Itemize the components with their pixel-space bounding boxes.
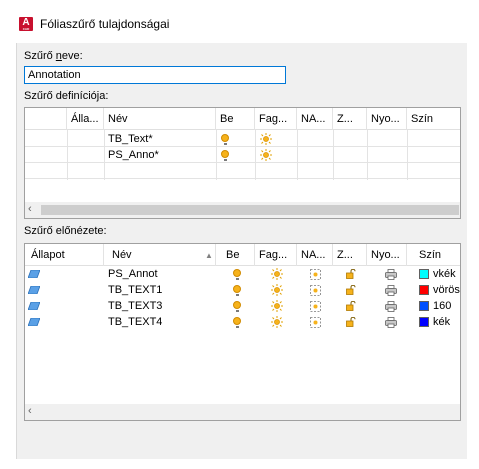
prev-col-name[interactable]: Név xyxy=(104,244,216,266)
printer-icon[interactable] xyxy=(385,285,397,296)
def-horizontal-scrollbar[interactable]: ‹ xyxy=(25,202,460,218)
def-col-color[interactable]: Szín xyxy=(407,108,460,130)
printer-icon[interactable] xyxy=(385,301,397,312)
def-col-freeze[interactable]: Fag... xyxy=(255,108,297,130)
color-swatch[interactable] xyxy=(419,285,429,295)
sun-icon[interactable] xyxy=(271,300,283,312)
def-row-name[interactable]: PS_Anno* xyxy=(108,148,159,162)
layer-name[interactable]: TB_TEXT4 xyxy=(108,315,162,329)
color-swatch[interactable] xyxy=(419,317,429,327)
color-name[interactable]: 160 xyxy=(433,299,451,313)
color-swatch[interactable] xyxy=(419,269,429,279)
filter-preview-grid[interactable]: Állapot Név ▲ Be Fag... NA... Z... Nyo..… xyxy=(24,243,461,421)
sun-icon[interactable] xyxy=(271,316,283,328)
lightbulb-icon[interactable] xyxy=(233,285,241,296)
scroll-left-icon[interactable]: ‹ xyxy=(28,405,32,417)
lightbulb-icon[interactable] xyxy=(233,269,241,280)
prev-col-color[interactable]: Szín xyxy=(407,244,460,266)
def-row-name[interactable]: TB_Text* xyxy=(108,132,153,146)
def-col-on[interactable]: Be xyxy=(216,108,255,130)
sort-ascending-icon: ▲ xyxy=(205,251,213,260)
color-name[interactable]: vörös xyxy=(433,283,460,297)
unlock-icon[interactable] xyxy=(346,317,356,327)
preview-row[interactable]: PS_Annot vkék xyxy=(25,267,460,281)
sun-icon[interactable] xyxy=(271,268,283,280)
viewport-freeze-icon[interactable] xyxy=(310,301,321,312)
window-title: Fóliaszűrő tulajdonságai xyxy=(40,17,170,31)
sun-icon[interactable] xyxy=(260,149,272,161)
preview-row[interactable]: TB_TEXT3 160 xyxy=(25,299,460,313)
def-col-name[interactable]: Név xyxy=(104,108,216,130)
prev-col-status[interactable]: Állapot xyxy=(25,244,104,266)
autocad-icon: A CAD xyxy=(19,17,33,31)
prev-col-plot[interactable]: Nyo... xyxy=(367,244,407,266)
lightbulb-icon[interactable] xyxy=(221,134,229,145)
lightbulb-icon[interactable] xyxy=(233,317,241,328)
def-col-lock[interactable]: Z... xyxy=(333,108,367,130)
lightbulb-icon[interactable] xyxy=(221,150,229,161)
layer-icon xyxy=(28,318,40,326)
def-col-status[interactable]: Álla... xyxy=(67,108,104,130)
layer-icon xyxy=(28,286,40,294)
lightbulb-icon[interactable] xyxy=(233,301,241,312)
layer-name[interactable]: TB_TEXT3 xyxy=(108,299,162,313)
prev-horizontal-scrollbar[interactable]: ‹ xyxy=(25,404,460,420)
filter-name-label: Szűrő neve: xyxy=(24,50,83,62)
layer-icon xyxy=(28,270,40,278)
scroll-left-icon[interactable]: ‹ xyxy=(28,203,32,215)
def-row[interactable]: TB_Text* xyxy=(25,132,460,146)
color-swatch[interactable] xyxy=(419,301,429,311)
prev-col-on[interactable]: Be xyxy=(216,244,255,266)
sun-icon[interactable] xyxy=(260,133,272,145)
viewport-freeze-icon[interactable] xyxy=(310,285,321,296)
unlock-icon[interactable] xyxy=(346,269,356,279)
unlock-icon[interactable] xyxy=(346,285,356,295)
unlock-icon[interactable] xyxy=(346,301,356,311)
filter-preview-label: Szűrő előnézete: xyxy=(24,225,107,237)
layer-name[interactable]: TB_TEXT1 xyxy=(108,283,162,297)
color-name[interactable]: vkék xyxy=(433,267,456,281)
preview-row[interactable]: TB_TEXT1 vörös xyxy=(25,283,460,297)
color-name[interactable]: kék xyxy=(433,315,450,329)
def-row[interactable]: PS_Anno* xyxy=(25,148,460,162)
def-col-vpfreeze[interactable]: NA... xyxy=(297,108,333,130)
viewport-freeze-icon[interactable] xyxy=(310,317,321,328)
def-col-plot[interactable]: Nyo... xyxy=(367,108,407,130)
filter-definition-label: Szűrő definíciója: xyxy=(24,90,109,102)
viewport-freeze-icon[interactable] xyxy=(310,269,321,280)
printer-icon[interactable] xyxy=(385,317,397,328)
prev-col-lock[interactable]: Z... xyxy=(333,244,367,266)
layer-icon xyxy=(28,302,40,310)
filter-name-input[interactable]: Annotation xyxy=(24,66,286,84)
preview-row[interactable]: TB_TEXT4 kék xyxy=(25,315,460,329)
filter-definition-grid[interactable]: Álla... Név Be Fag... NA... Z... Nyo... … xyxy=(24,107,461,219)
printer-icon[interactable] xyxy=(385,269,397,280)
scroll-thumb[interactable] xyxy=(41,205,459,215)
prev-col-freeze[interactable]: Fag... xyxy=(255,244,297,266)
sun-icon[interactable] xyxy=(271,284,283,296)
prev-col-vpfreeze[interactable]: NA... xyxy=(297,244,333,266)
layer-name[interactable]: PS_Annot xyxy=(108,267,158,281)
title-bar: A CAD Fóliaszűrő tulajdonságai xyxy=(0,0,479,38)
